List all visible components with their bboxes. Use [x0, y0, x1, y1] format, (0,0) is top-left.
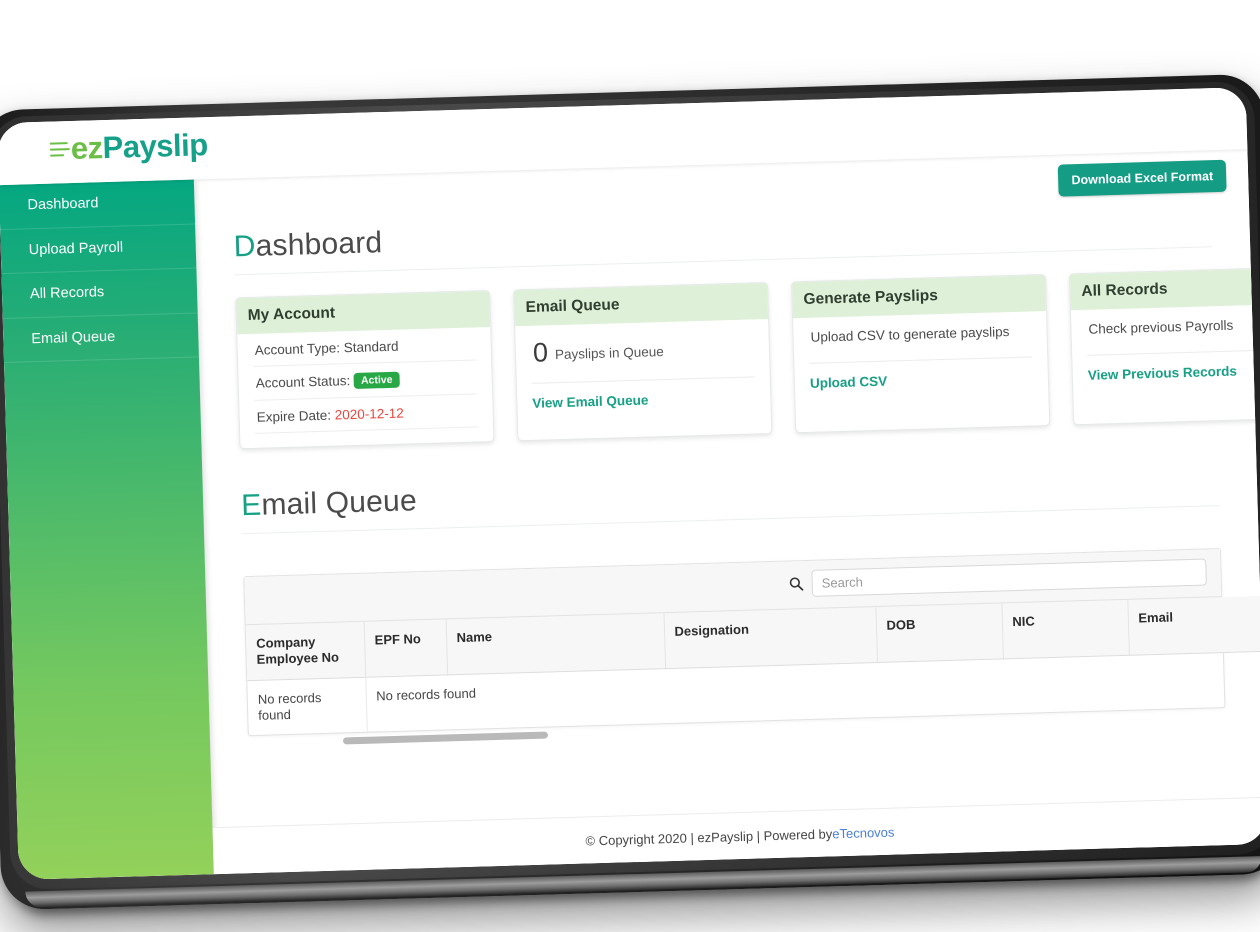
email-queue-table-box: Company Employee No EPF No Name Designat…	[243, 548, 1260, 737]
search-area	[788, 558, 1207, 598]
sidebar-item-upload-payroll[interactable]: Upload Payroll	[0, 223, 197, 275]
column-epf-no[interactable]: EPF No	[363, 619, 448, 677]
card-email-queue: Email Queue 0 Payslips in Queue View Emai…	[513, 282, 773, 442]
dashboard-cards: My Account Account Type: Standard Accoun…	[235, 266, 1260, 450]
expire-date-row: Expire Date: 2020-12-12	[254, 394, 479, 434]
screenshot-stage: ezPayslip Dashboard Upload Payroll All R…	[0, 0, 1260, 932]
generate-payslips-description: Upload CSV to generate payslips	[808, 311, 1033, 364]
section-title-rest: mail Queue	[260, 484, 418, 522]
email-queue-metric: 0 Payslips in Queue	[530, 319, 755, 384]
app-window: ezPayslip Dashboard Upload Payroll All R…	[0, 87, 1260, 880]
account-type-value: Standard	[343, 338, 399, 356]
card-all-records-body: Check previous Payrolls View Previous Re…	[1084, 303, 1260, 385]
card-generate-payslips-body: Upload CSV to generate payslips Upload C…	[806, 311, 1035, 393]
account-type-label: Account Type:	[254, 340, 345, 358]
card-my-account: My Account Account Type: Standard Accoun…	[235, 290, 495, 450]
expire-date-label: Expire Date:	[256, 407, 335, 425]
sidebar: Dashboard Upload Payroll All Records Ema…	[0, 179, 214, 880]
upload-csv-link[interactable]: Upload CSV	[810, 374, 888, 391]
speed-lines-icon	[49, 138, 71, 163]
email-queue-count-label: Payslips in Queue	[554, 344, 665, 363]
card-my-account-body: Account Type: Standard Account Status: A…	[250, 327, 480, 434]
sidebar-item-email-queue[interactable]: Email Queue	[2, 312, 199, 364]
all-records-description: Check previous Payrolls	[1085, 303, 1260, 356]
footer-etecnovos-link[interactable]: eTecnovos	[832, 824, 895, 841]
card-all-records-title: All Records	[1069, 267, 1260, 311]
column-dob[interactable]: DOB	[875, 603, 1003, 663]
download-excel-format-button[interactable]: Download Excel Format	[1058, 159, 1227, 197]
scrollbar-thumb[interactable]	[342, 731, 549, 745]
expire-date-value: 2020-12-12	[334, 405, 404, 423]
footer-copyright-text: © Copyright 2020 | ezPayslip | Powered b…	[585, 825, 833, 848]
logo-payslip-text: Payslip	[102, 127, 209, 166]
card-email-queue-body: 0 Payslips in Queue View Email Queue	[528, 319, 757, 413]
email-queue-table-wrap: Company Employee No EPF No Name Designat…	[243, 548, 1260, 747]
logo-ez-text: ez	[70, 130, 104, 167]
status-badge: Active	[353, 371, 400, 389]
card-all-records: All Records Check previous Payrolls View…	[1068, 266, 1260, 426]
device-mockup: ezPayslip Dashboard Upload Payroll All R…	[0, 73, 1260, 911]
app-logo[interactable]: ezPayslip	[49, 127, 208, 168]
search-icon	[789, 577, 804, 591]
column-designation[interactable]: Designation	[663, 607, 877, 669]
column-email[interactable]: Email	[1127, 595, 1260, 655]
page-title-rest: ashboard	[255, 226, 383, 263]
sidebar-item-dashboard[interactable]: Dashboard	[0, 179, 196, 230]
account-status-label: Account Status:	[255, 372, 355, 391]
section-title-first-letter: E	[240, 488, 262, 523]
page-title-first-letter: D	[233, 229, 257, 264]
view-email-queue-link[interactable]: View Email Queue	[532, 393, 648, 411]
main-content: Download Excel Format Dashboard My Accou…	[193, 149, 1260, 875]
sidebar-item-all-records[interactable]: All Records	[1, 268, 198, 319]
card-generate-payslips: Generate Payslips Upload CSV to generate…	[791, 274, 1051, 434]
column-company-employee-no[interactable]: Company Employee No	[245, 621, 366, 681]
email-queue-count: 0	[532, 337, 549, 368]
column-nic[interactable]: NIC	[1001, 599, 1129, 659]
view-previous-records-link[interactable]: View Previous Records	[1088, 364, 1237, 383]
search-input[interactable]	[811, 558, 1207, 597]
device-screen: ezPayslip Dashboard Upload Payroll All R…	[0, 87, 1260, 880]
cell-company-employee-no: No records found	[247, 676, 367, 736]
column-name[interactable]: Name	[445, 613, 666, 675]
